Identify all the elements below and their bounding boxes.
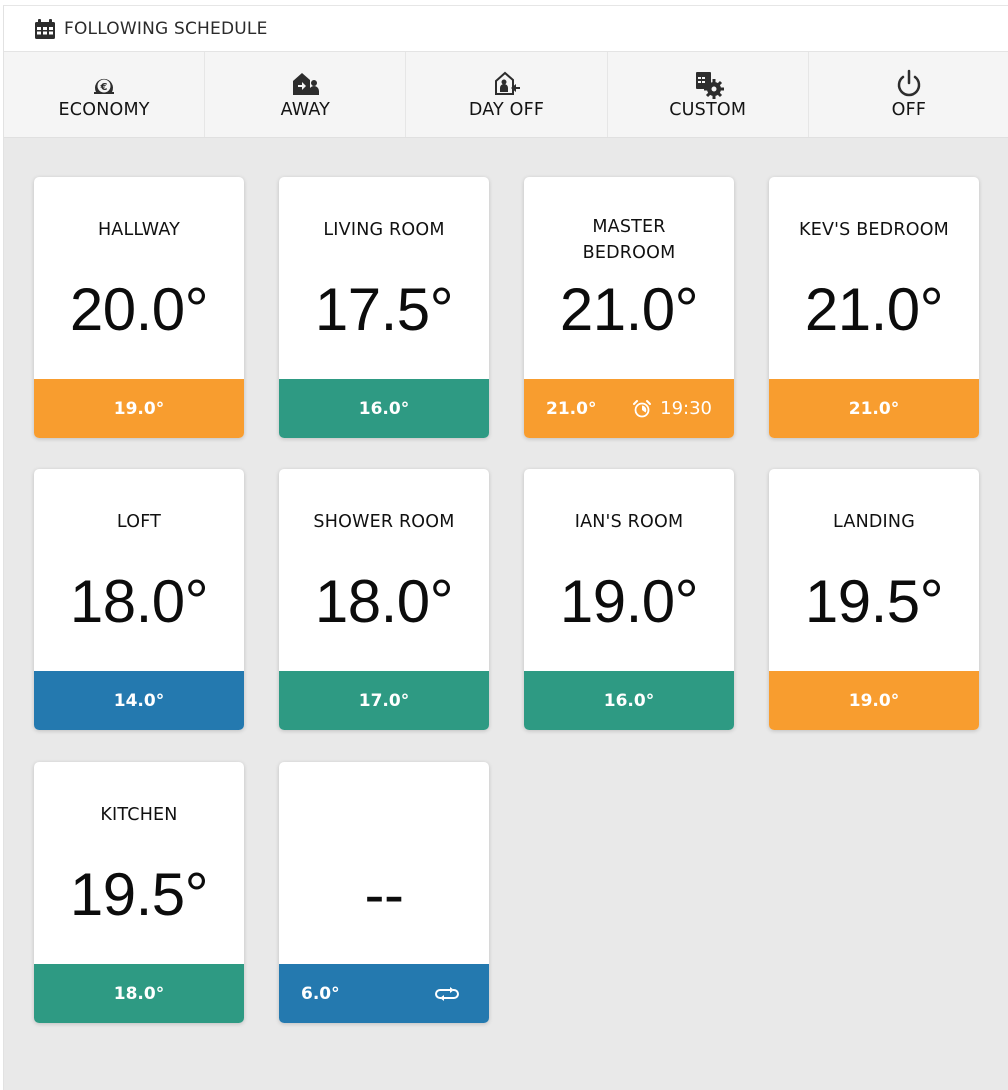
app-frame: FOLLOWING SCHEDULE € ECONOMY AWAY DAY OF…	[3, 5, 1008, 1090]
zone-target-bar: 16.0°	[279, 379, 489, 438]
zone-target-bar: 16.0°	[524, 671, 734, 730]
svg-text:€: €	[100, 82, 108, 93]
alarm-clock-icon	[633, 399, 652, 417]
zone-timer: 19:30	[632, 398, 712, 419]
zone-current-temp: --	[364, 861, 404, 928]
custom-calendar-gear-icon	[692, 67, 724, 99]
zone-target-bar: 19.0°	[34, 379, 244, 438]
zone-card-hallway[interactable]: HALLWAY 20.0° 19.0°	[34, 177, 244, 438]
zone-card-loft[interactable]: LOFT 18.0° 14.0°	[34, 469, 244, 730]
mode-button-away[interactable]: AWAY	[205, 52, 407, 137]
zone-name: LANDING	[833, 512, 915, 532]
zone-target-temp: 21.0°	[848, 398, 900, 419]
zone-current-temp: 19.0°	[559, 568, 699, 635]
zone-card-unnamed[interactable]: -- 6.0°	[279, 762, 489, 1023]
schedule-header: FOLLOWING SCHEDULE	[4, 6, 1008, 52]
zone-target-temp: 19.0°	[113, 398, 165, 419]
zone-name: KITCHEN	[100, 805, 178, 825]
zone-current-temp: 19.5°	[69, 861, 209, 928]
zone-card-kevs-bedroom[interactable]: KEV'S BEDROOM 21.0° 21.0°	[769, 177, 979, 438]
mode-button-custom[interactable]: CUSTOM	[608, 52, 809, 137]
zone-target-temp: 19.0°	[848, 690, 900, 711]
zone-target-bar: 17.0°	[279, 671, 489, 730]
zone-target-temp: 14.0°	[113, 690, 165, 711]
zone-name: IAN'S ROOM	[574, 512, 684, 532]
zone-target-bar: 19.0°	[769, 671, 979, 730]
zone-card-shower-room[interactable]: SHOWER ROOM 18.0° 17.0°	[279, 469, 489, 730]
zone-target-temp: 16.0°	[358, 398, 410, 419]
zone-card-ians-room[interactable]: IAN'S ROOM 19.0° 16.0°	[524, 469, 734, 730]
economy-euro-icon: €	[88, 67, 120, 99]
zone-target-temp: 17.0°	[358, 690, 410, 711]
zone-card-master-bedroom[interactable]: MASTER BEDROOM 21.0° 21.0° 19:30	[524, 177, 734, 438]
zone-target-bar: 21.0°	[769, 379, 979, 438]
zone-target-temp: 6.0°	[301, 983, 340, 1004]
schedule-status-title: FOLLOWING SCHEDULE	[64, 18, 268, 39]
calendar-icon	[34, 18, 56, 40]
power-icon	[893, 67, 925, 99]
mode-bar: € ECONOMY AWAY DAY OFF CUSTOM OFF	[4, 52, 1008, 138]
mode-label: ECONOMY	[58, 100, 150, 120]
zone-timer-time: 19:30	[660, 398, 712, 419]
zone-card-living-room[interactable]: LIVING ROOM 17.5° 16.0°	[279, 177, 489, 438]
zone-name: MASTER BEDROOM	[524, 214, 734, 266]
zone-name: LIVING ROOM	[323, 220, 445, 240]
zone-name-line: MASTER	[592, 217, 666, 237]
mode-label: OFF	[891, 100, 927, 120]
zone-name: LOFT	[116, 512, 162, 532]
zone-target-bar: 14.0°	[34, 671, 244, 730]
zone-name: HALLWAY	[97, 220, 181, 240]
zone-name: KEV'S BEDROOM	[799, 220, 949, 240]
zone-target-temp: 16.0°	[603, 690, 655, 711]
zone-current-temp: 20.0°	[69, 276, 209, 343]
zone-target-bar: 18.0°	[34, 964, 244, 1023]
zone-current-temp: 21.0°	[559, 276, 699, 343]
zone-target-temp: 21.0°	[546, 398, 597, 419]
away-house-person-icon	[289, 67, 321, 99]
zone-current-temp: 21.0°	[804, 276, 944, 343]
day-off-house-icon	[491, 67, 523, 99]
zone-card-kitchen[interactable]: KITCHEN 19.5° 18.0°	[34, 762, 244, 1023]
zone-name: SHOWER ROOM	[313, 512, 455, 532]
mode-button-off[interactable]: OFF	[809, 52, 1008, 137]
mode-button-economy[interactable]: € ECONOMY	[4, 52, 206, 137]
mode-label: DAY OFF	[468, 100, 545, 120]
mode-label: AWAY	[280, 100, 331, 120]
mode-button-day-off[interactable]: DAY OFF	[406, 52, 608, 137]
repeat-icon	[435, 985, 467, 1003]
zone-current-temp: 18.0°	[69, 568, 209, 635]
zone-target-bar: 21.0° 19:30	[524, 379, 734, 438]
zone-current-temp: 18.0°	[314, 568, 454, 635]
zone-current-temp: 17.5°	[314, 276, 454, 343]
zone-current-temp: 19.5°	[804, 568, 944, 635]
zone-target-temp: 18.0°	[113, 983, 165, 1004]
zone-name-line: BEDROOM	[582, 243, 676, 263]
zone-target-bar: 6.0°	[279, 964, 489, 1023]
zone-card-landing[interactable]: LANDING 19.5° 19.0°	[769, 469, 979, 730]
mode-label: CUSTOM	[669, 100, 747, 120]
